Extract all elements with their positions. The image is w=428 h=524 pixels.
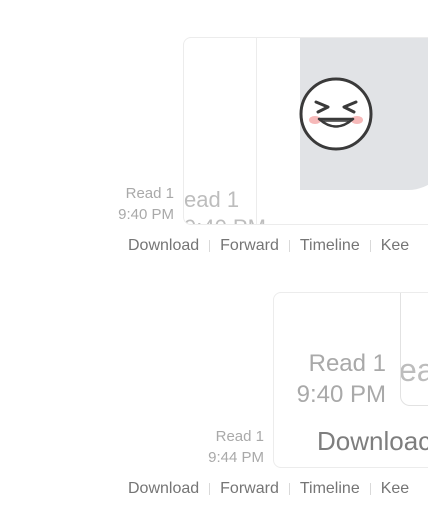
- keep-link[interactable]: Kee: [381, 235, 409, 257]
- sticker-message-bubble[interactable]: ead 1 9:40 PM: [183, 37, 428, 225]
- separator: [209, 483, 211, 495]
- preview-read-receipt: Read 1: [308, 350, 386, 377]
- forward-link[interactable]: Forward: [220, 235, 279, 257]
- message-time: 9:40 PM: [118, 206, 174, 223]
- message-meta: Read 1 9:44 PM: [186, 426, 264, 468]
- separator: [369, 483, 371, 495]
- preview-read-receipt: ead 1: [184, 187, 240, 212]
- preview-download-link: Downloac: [317, 426, 428, 456]
- preview-meta: ead 1 9:40 PM: [184, 186, 266, 224]
- laughing-face-sticker-icon[interactable]: [298, 76, 374, 152]
- separator: [288, 483, 290, 495]
- keep-link[interactable]: Kee: [381, 478, 409, 500]
- download-link[interactable]: Download: [128, 235, 199, 257]
- timeline-link[interactable]: Timeline: [300, 235, 360, 257]
- message-actions: Download Forward Timeline Kee: [128, 235, 409, 257]
- separator: [209, 240, 211, 252]
- preview-divider: [256, 38, 257, 224]
- nested-preview: ea: [400, 293, 428, 406]
- preview-time: 9:40 PM: [184, 214, 266, 224]
- message-actions: Download Forward Timeline Kee: [128, 478, 409, 500]
- separator: [369, 240, 371, 252]
- message-time: 9:44 PM: [208, 449, 264, 466]
- message-meta: Read 1 9:40 PM: [96, 183, 174, 225]
- preview-time: 9:40 PM: [296, 381, 386, 408]
- download-link[interactable]: Download: [128, 478, 199, 500]
- chat-canvas: Read 1 9:40 PM ead 1 9:40 PM Download Fo…: [0, 0, 428, 524]
- forward-link[interactable]: Forward: [220, 478, 279, 500]
- read-receipt: Read 1: [215, 428, 264, 445]
- forwarded-message-bubble[interactable]: Read 1 9:40 PM ea Downloac: [273, 292, 428, 468]
- read-receipt: Read 1: [125, 185, 174, 202]
- preview-meta: Read 1 9:40 PM: [274, 348, 386, 410]
- nested-preview-text: ea: [400, 352, 428, 388]
- separator: [288, 240, 290, 252]
- timeline-link[interactable]: Timeline: [300, 478, 360, 500]
